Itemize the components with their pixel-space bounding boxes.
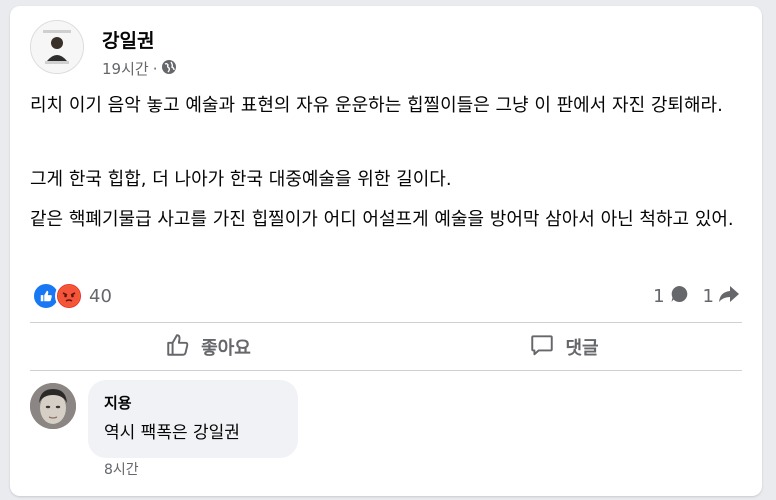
shares-count-value: 1	[702, 286, 714, 307]
post-time[interactable]: 19시간	[102, 58, 149, 79]
post-meta: 19시간 ·	[102, 58, 177, 79]
post-card: 강일권 19시간 · 리치 이기 음악 놓고 예술과 표현의 자유 운운하는 힙…	[10, 6, 762, 496]
comments-count-value: 1	[653, 286, 665, 307]
divider-bottom	[30, 370, 742, 371]
engagement-counts: 1 1	[653, 284, 740, 309]
globe-icon[interactable]	[161, 59, 177, 79]
post-paragraph-3: 같은 핵폐기물급 사고를 가진 힙찔이가 어디 어설프게 예술을 방어막 삼아서…	[30, 209, 734, 230]
like-button[interactable]: 좋아요	[30, 326, 386, 368]
meta-separator: ·	[152, 59, 158, 78]
comment-bubble: 지용 역시 팩폭은 강일권	[88, 380, 298, 458]
comment-time[interactable]: 8시간	[104, 459, 139, 479]
comment-button[interactable]: 댓글	[386, 326, 742, 368]
shares-count[interactable]: 1	[703, 284, 740, 309]
commenter-name[interactable]: 지용	[104, 392, 132, 413]
comments-count[interactable]: 1	[653, 284, 688, 309]
comment-text: 역시 팩폭은 강일권	[104, 423, 240, 443]
commenter-avatar[interactable]	[30, 383, 76, 429]
comment-bubble-icon	[669, 284, 689, 309]
divider-top	[30, 322, 742, 323]
reaction-count: 40	[89, 285, 112, 307]
reactions-summary[interactable]: 40	[32, 282, 112, 310]
post-actions: 좋아요 댓글	[30, 326, 742, 368]
author-avatar[interactable]	[30, 20, 84, 74]
angry-icon	[55, 282, 83, 310]
post-paragraph-1: 리치 이기 음악 놓고 예술과 표현의 자유 운운하는 힙찔이들은 그냥 이 판…	[30, 95, 723, 116]
share-arrow-icon	[718, 284, 740, 309]
like-label: 좋아요	[201, 338, 251, 359]
comment-icon	[529, 332, 555, 363]
thumbs-up-icon	[165, 332, 191, 363]
comment-label: 댓글	[565, 338, 599, 359]
author-name[interactable]: 강일권	[102, 26, 154, 53]
post-paragraph-2: 그게 한국 힙합, 더 나아가 한국 대중예술을 위한 길이다.	[30, 169, 452, 190]
